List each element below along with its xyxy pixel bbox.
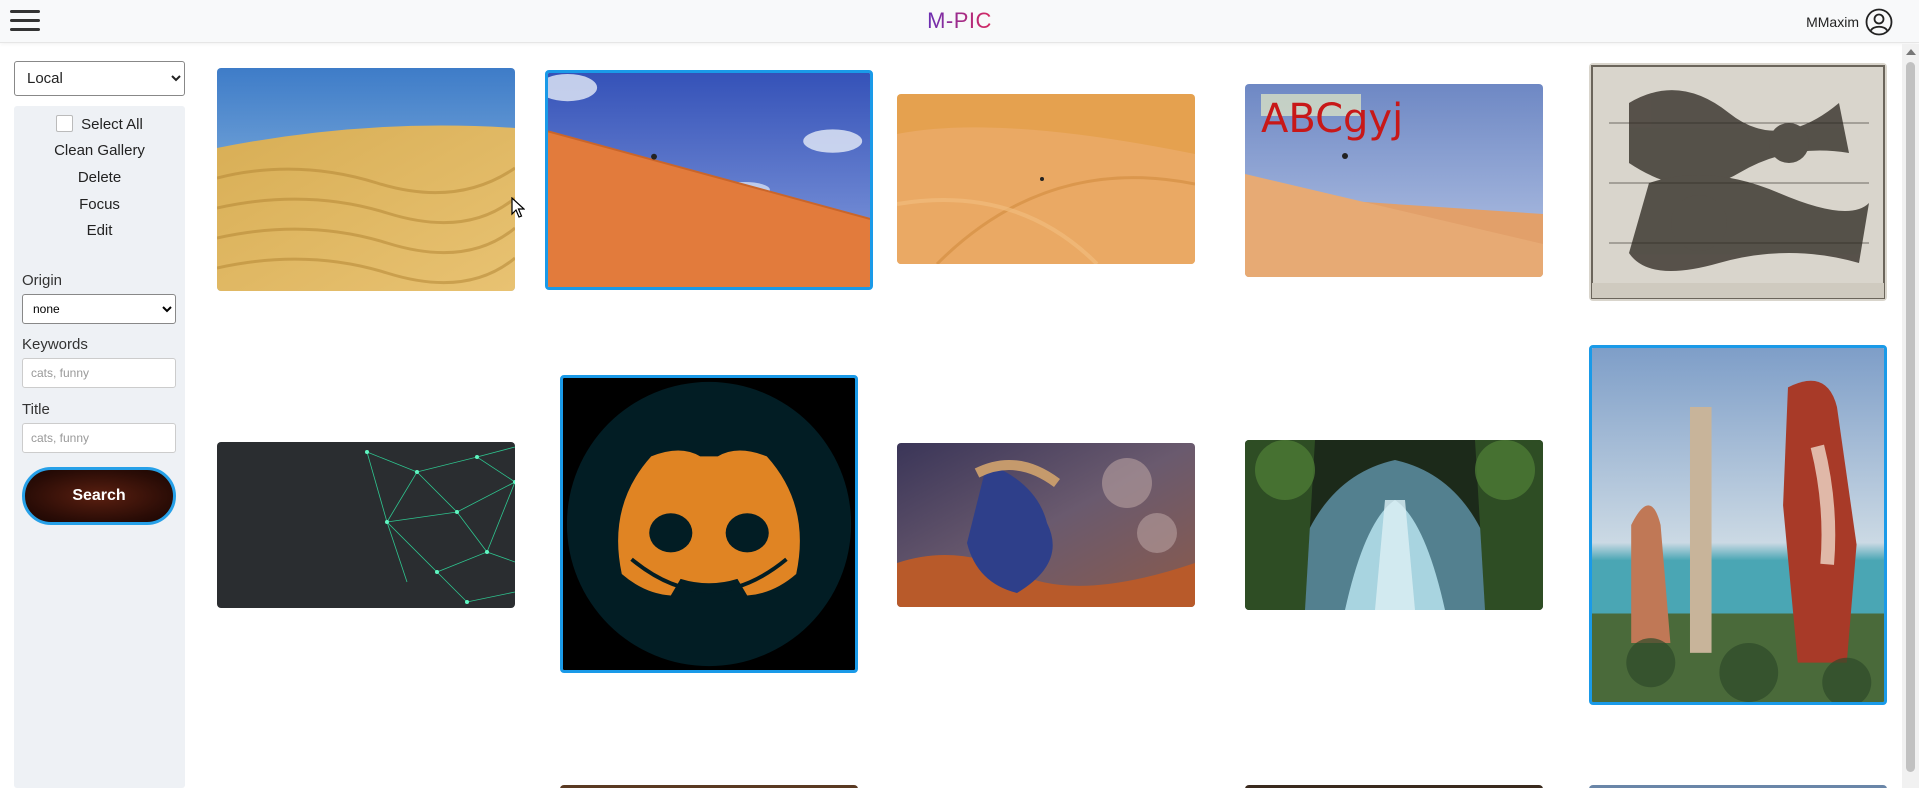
search-button[interactable]: Search xyxy=(22,467,176,525)
user-circle-icon[interactable] xyxy=(1865,8,1893,36)
delete-button[interactable]: Delete xyxy=(14,169,185,186)
focus-button[interactable]: Focus xyxy=(14,196,185,213)
user-menu[interactable]: MMaxim xyxy=(1806,8,1893,36)
network-lines-image[interactable] xyxy=(217,442,515,608)
edit-button[interactable]: Edit xyxy=(14,222,185,239)
overlay-text: ABCgyj xyxy=(1261,96,1404,142)
dune-climber-text-image[interactable]: ABCgyj xyxy=(1245,84,1543,277)
surreal-figures-painting-image[interactable] xyxy=(1589,345,1887,705)
dune-climber-image[interactable] xyxy=(545,70,873,290)
fallen-figure-painting-image[interactable] xyxy=(897,443,1195,607)
gallery-actions-panel: Select All Clean Gallery Delete Focus Ed… xyxy=(14,106,185,290)
app-title: M-PIC xyxy=(927,8,992,33)
username: MMaxim xyxy=(1806,14,1859,30)
hamburger-menu-icon[interactable] xyxy=(10,10,40,32)
desert-walker-image[interactable] xyxy=(897,94,1195,264)
image-gallery: ABCgyj xyxy=(200,44,1900,788)
keywords-label: Keywords xyxy=(22,336,88,353)
select-all-label: Select All xyxy=(81,116,143,133)
keywords-input[interactable] xyxy=(22,358,176,388)
dragon-engraving-image[interactable] xyxy=(1589,63,1887,301)
source-select[interactable]: Local xyxy=(14,61,185,96)
scrollbar-thumb[interactable] xyxy=(1906,62,1915,772)
origin-label: Origin xyxy=(22,272,63,289)
page-scrollbar[interactable] xyxy=(1902,44,1919,788)
select-all-checkbox[interactable]: Select All xyxy=(14,115,185,133)
clean-gallery-button[interactable]: Clean Gallery xyxy=(14,142,185,159)
sand-dunes-image[interactable] xyxy=(217,68,515,291)
title-label: Title xyxy=(22,401,50,418)
top-navbar: M-PIC MMaxim xyxy=(0,0,1919,43)
search-form: Origin none Keywords Title Search xyxy=(14,264,185,788)
origin-select[interactable]: none xyxy=(22,294,176,324)
forest-waterfall-image[interactable] xyxy=(1245,440,1543,610)
checkbox-icon[interactable] xyxy=(56,115,74,132)
title-input[interactable] xyxy=(22,423,176,453)
scroll-up-arrow-icon[interactable] xyxy=(1906,49,1916,55)
discord-logo-image[interactable] xyxy=(560,375,858,673)
